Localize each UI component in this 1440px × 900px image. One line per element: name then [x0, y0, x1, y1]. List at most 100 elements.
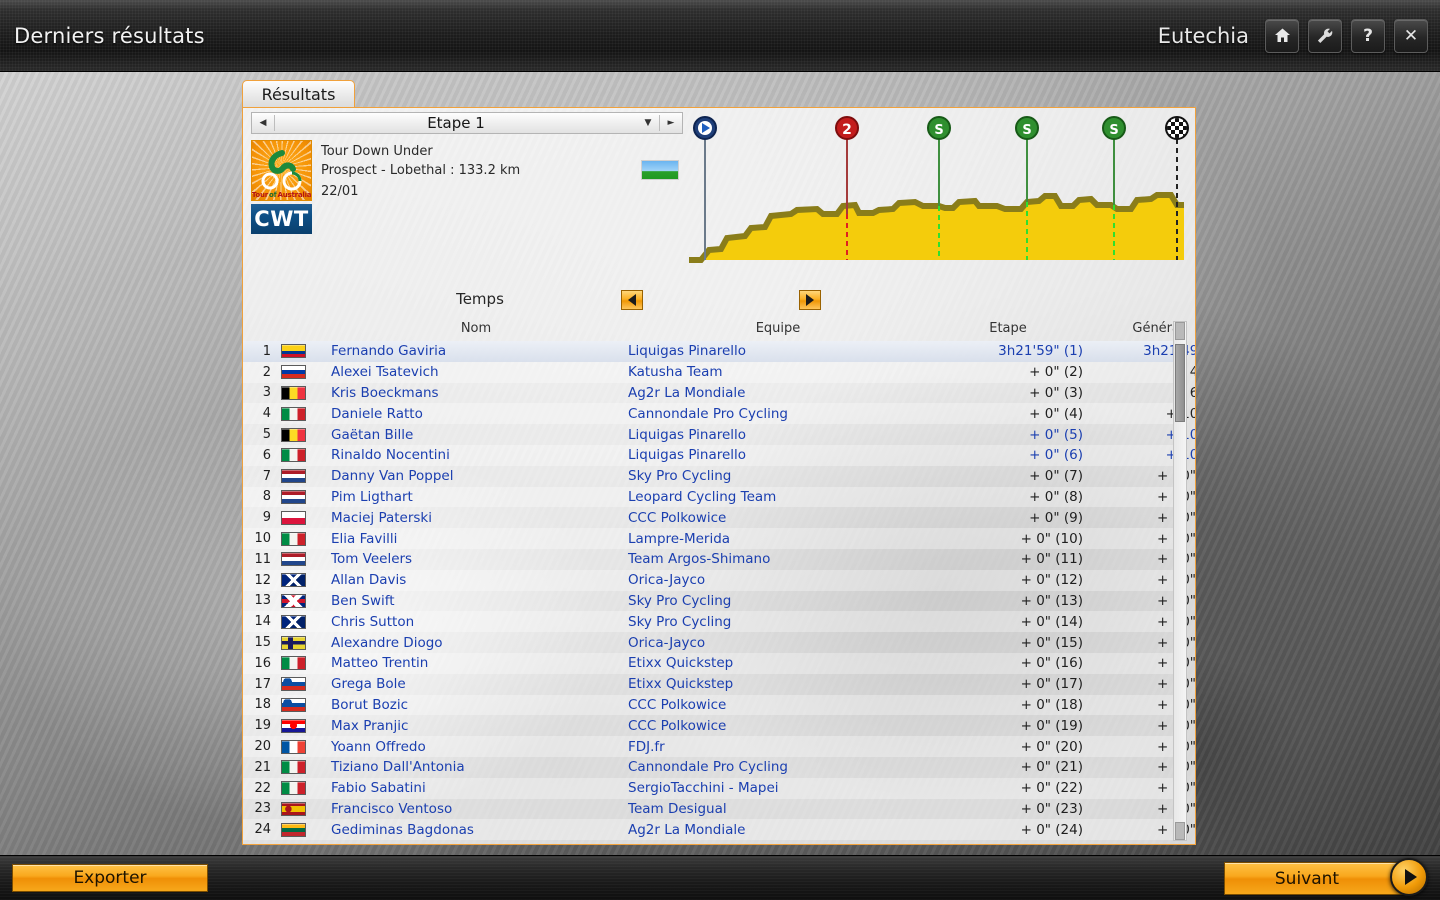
sprint-marker-3: S	[1102, 116, 1126, 140]
rider-name[interactable]: Daniele Ratto	[331, 406, 621, 422]
rider-name[interactable]: Alexei Tsatevich	[331, 364, 621, 380]
home-button[interactable]	[1265, 18, 1299, 53]
table-row[interactable]: 16 Matteo Trentin Etixx Quickstep + 0" (16)…	[243, 653, 1195, 674]
tools-button[interactable]	[1308, 18, 1342, 53]
rider-rank: 7	[262, 468, 271, 484]
table-row[interactable]: 23 Francisco Ventoso Team Desigual + 0" (23…	[243, 799, 1195, 820]
rider-team[interactable]: Team Desigual	[628, 801, 928, 817]
rider-name[interactable]: Matteo Trentin	[331, 655, 621, 671]
table-row[interactable]: 13Ben SwiftSky Pro Cycling+ 0" (13)+ 10"…	[243, 591, 1195, 612]
rider-team[interactable]: Liquigas Pinarello	[628, 447, 928, 463]
country-flag-icon	[281, 677, 306, 692]
rider-team[interactable]: Sky Pro Cycling	[628, 614, 928, 630]
titlebar-controls: Eutechia ? ✕	[1158, 18, 1440, 53]
rider-rank: 2	[262, 364, 271, 380]
table-row[interactable]: 4 Daniele Ratto Cannondale Pro Cycling + 0"…	[243, 403, 1195, 425]
rider-team[interactable]: CCC Polkowice	[628, 697, 928, 713]
stage-selector[interactable]: ◀ Etape 1 ▼ ►	[251, 112, 683, 134]
rider-team[interactable]: CCC Polkowice	[628, 510, 928, 526]
table-row[interactable]: 14 Chris Sutton Sky Pro Cycling + 0" (14) + …	[243, 611, 1195, 633]
rider-team[interactable]: Sky Pro Cycling	[628, 468, 928, 484]
table-row[interactable]: 21 Tiziano Dall'Antonia Cannondale Pro Cyc…	[243, 757, 1195, 778]
help-button[interactable]: ?	[1351, 18, 1385, 53]
rider-team[interactable]: Liquigas Pinarello	[628, 427, 928, 443]
table-row[interactable]: 15Alexandre DiogoOrica-Jayco+ 0" (15)+ 1…	[243, 632, 1195, 653]
table-row[interactable]: 17Grega BoleEtixx Quickstep+ 0" (17)+ 10…	[243, 674, 1195, 695]
rider-team[interactable]: SergioTacchini - Mapei	[628, 780, 928, 796]
table-row[interactable]: 3Kris BoeckmansAg2r La Mondiale+ 0" (3)+…	[243, 383, 1195, 404]
scrollbar-thumb[interactable]	[1175, 344, 1185, 422]
stage-dropdown-button[interactable]: ▼	[637, 118, 659, 128]
rider-name[interactable]: Francisco Ventoso	[331, 801, 621, 817]
table-row[interactable]: 11 Tom Veelers Team Argos-Shimano + 0" (11)…	[243, 549, 1195, 570]
rider-name[interactable]: Yoann Offredo	[331, 739, 621, 755]
rider-name[interactable]: Grega Bole	[331, 676, 621, 692]
rider-name[interactable]: Max Pranjic	[331, 718, 621, 734]
rider-team[interactable]: Etixx Quickstep	[628, 655, 928, 671]
close-button[interactable]: ✕	[1394, 18, 1428, 53]
rider-team[interactable]: Team Argos-Shimano	[628, 551, 928, 567]
stage-prev-button[interactable]: ◀	[252, 118, 274, 128]
table-row[interactable]: 1 Fernando Gaviria Liquigas Pinarello 3h21'…	[243, 341, 1195, 362]
country-flag-icon	[281, 552, 306, 567]
rider-team[interactable]: Liquigas Pinarello	[628, 343, 928, 359]
column-header-etape: Etape	[989, 321, 1027, 336]
rider-team[interactable]: Cannondale Pro Cycling	[628, 406, 928, 422]
rider-team[interactable]: FDJ.fr	[628, 739, 928, 755]
rider-name[interactable]: Kris Boeckmans	[331, 385, 621, 401]
rider-name[interactable]: Borut Bozic	[331, 697, 621, 713]
table-row[interactable]: 20Yoann OffredoFDJ.fr+ 0" (20)+ 10" (23)	[243, 736, 1195, 757]
rider-team[interactable]: Lampre-Merida	[628, 531, 928, 547]
rider-name[interactable]: Rinaldo Nocentini	[331, 447, 621, 463]
rider-team[interactable]: Ag2r La Mondiale	[628, 385, 928, 401]
rider-name[interactable]: Danny Van Poppel	[331, 468, 621, 484]
stage-time: + 0" (12)	[1020, 572, 1083, 589]
table-row[interactable]: 5 Gaëtan Bille Liquigas Pinarello + 0" (5) +…	[243, 424, 1195, 445]
rider-team[interactable]: Orica-Jayco	[628, 635, 928, 651]
table-row[interactable]: 12Allan DavisOrica-Jayco+ 0" (12)+ 10" (…	[243, 569, 1195, 591]
stage-next-button[interactable]: ►	[660, 118, 682, 128]
next-arrow-button[interactable]	[1390, 858, 1428, 896]
temps-next-button[interactable]	[799, 290, 821, 310]
rider-team[interactable]: Leopard Cycling Team	[628, 489, 928, 505]
rider-name[interactable]: Maciej Paterski	[331, 510, 621, 526]
scrollbar-up-button[interactable]	[1175, 322, 1185, 340]
tab-resultats[interactable]: Résultats	[242, 80, 355, 107]
rider-name[interactable]: Ben Swift	[331, 593, 621, 609]
rider-name[interactable]: Gaëtan Bille	[331, 427, 621, 443]
table-row[interactable]: 8 Pim Ligthart Leopard Cycling Team + 0" (8…	[243, 486, 1195, 508]
rider-name[interactable]: Pim Ligthart	[331, 489, 621, 505]
rider-team[interactable]: Etixx Quickstep	[628, 676, 928, 692]
scrollbar-down-button[interactable]	[1175, 822, 1185, 840]
table-row[interactable]: 9Maciej PaterskiCCC Polkowice+ 0" (9)+ 1…	[243, 507, 1195, 528]
rider-name[interactable]: Fernando Gaviria	[331, 343, 621, 359]
stage-time: + 0" (9)	[1029, 509, 1083, 526]
rider-name[interactable]: Alexandre Diogo	[331, 635, 621, 651]
next-button[interactable]: Suivant	[1224, 862, 1404, 895]
page-title: Derniers résultats	[14, 23, 205, 48]
results-scrollbar[interactable]	[1173, 321, 1187, 841]
table-row[interactable]: 19Max PranjicCCC Polkowice+ 0" (19)+ 10"…	[243, 715, 1195, 736]
table-row[interactable]: 10Elia FavilliLampre-Merida+ 0" (10)+ 10…	[243, 528, 1195, 549]
rider-team[interactable]: Cannondale Pro Cycling	[628, 759, 928, 775]
table-row[interactable]: 24 Gediminas Bagdonas Ag2r La Mondiale + 0"…	[243, 819, 1195, 841]
rider-name[interactable]: Gediminas Bagdonas	[331, 822, 621, 838]
rider-name[interactable]: Chris Sutton	[331, 614, 621, 630]
table-row[interactable]: 6 Rinaldo Nocentini Liquigas Pinarello + 0"…	[243, 445, 1195, 466]
table-row[interactable]: 22 Fabio Sabatini SergioTacchini - Mapei + …	[243, 777, 1195, 799]
rider-name[interactable]: Allan Davis	[331, 572, 621, 588]
rider-name[interactable]: Fabio Sabatini	[331, 780, 621, 796]
table-row[interactable]: 7 Danny Van Poppel Sky Pro Cycling + 0" (7)…	[243, 466, 1195, 487]
start-marker	[693, 116, 717, 140]
table-row[interactable]: 18Borut BozicCCC Polkowice+ 0" (18)+ 10"…	[243, 694, 1195, 716]
rider-team[interactable]: CCC Polkowice	[628, 718, 928, 734]
rider-team[interactable]: Katusha Team	[628, 364, 928, 380]
rider-team[interactable]: Orica-Jayco	[628, 572, 928, 588]
rider-name[interactable]: Tom Veelers	[331, 551, 621, 567]
export-button[interactable]: Exporter	[12, 864, 208, 892]
rider-name[interactable]: Tiziano Dall'Antonia	[331, 759, 621, 775]
rider-team[interactable]: Ag2r La Mondiale	[628, 822, 928, 838]
rider-name[interactable]: Elia Favilli	[331, 531, 621, 547]
table-row[interactable]: 2Alexei TsatevichKatusha Team+ 0" (2)+ 4…	[243, 361, 1195, 383]
rider-team[interactable]: Sky Pro Cycling	[628, 593, 928, 609]
